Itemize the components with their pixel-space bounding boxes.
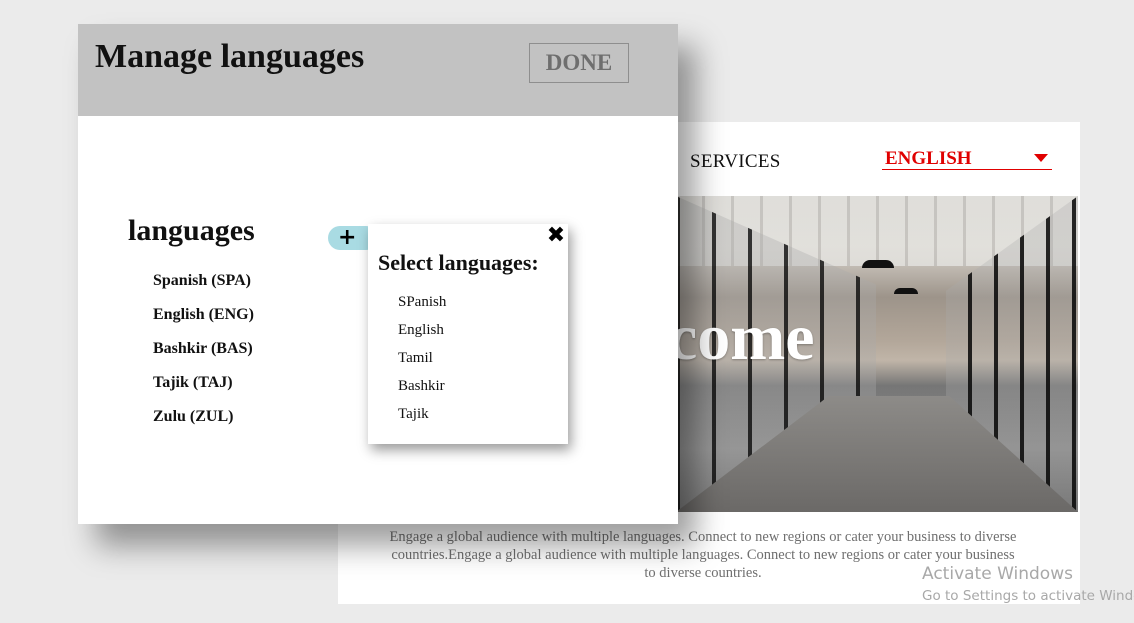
close-icon[interactable]: ✖ <box>545 224 567 248</box>
done-button[interactable]: DONE <box>529 43 629 83</box>
language-option[interactable]: SPanish <box>398 293 446 321</box>
language-option[interactable]: Tamil <box>398 349 446 377</box>
ceiling-lamp-icon <box>894 288 918 294</box>
popup-title: Select languages: <box>378 250 539 275</box>
ceiling-lamp-icon <box>862 260 894 268</box>
language-item: Spanish (SPA) <box>153 272 251 289</box>
language-options-list: SPanish English Tamil Bashkir Tajik <box>398 293 446 433</box>
language-dropdown-value: ENGLISH <box>885 148 972 169</box>
language-item: Bashkir (BAS) <box>153 340 253 357</box>
language-item: Tajik (TAJ) <box>153 374 233 391</box>
activate-windows-title: Activate Windows <box>922 564 1073 584</box>
modal-header: Manage languages DONE <box>78 24 678 116</box>
activate-windows-subtitle: Go to Settings to activate Windows. <box>922 588 1134 604</box>
language-option[interactable]: English <box>398 321 446 349</box>
languages-heading: languages <box>128 214 255 247</box>
nav-services-link[interactable]: SERVICES <box>690 151 781 173</box>
language-dropdown[interactable]: ENGLISH <box>882 147 1052 170</box>
chevron-down-icon <box>1034 154 1048 162</box>
select-languages-popup: ✖ Select languages: SPanish English Tami… <box>368 224 568 444</box>
hero-welcome-text: Welcome <box>676 301 815 374</box>
plus-icon: + <box>338 225 357 250</box>
language-option[interactable]: Bashkir <box>398 377 446 405</box>
language-option[interactable]: Tajik <box>398 405 446 433</box>
language-item: Zulu (ZUL) <box>153 408 234 425</box>
modal-title: Manage languages <box>95 38 365 75</box>
languages-list: Spanish (SPA) English (ENG) Bashkir (BAS… <box>153 272 254 442</box>
language-item: English (ENG) <box>153 306 254 323</box>
hero-image: Welcome <box>676 196 1078 512</box>
